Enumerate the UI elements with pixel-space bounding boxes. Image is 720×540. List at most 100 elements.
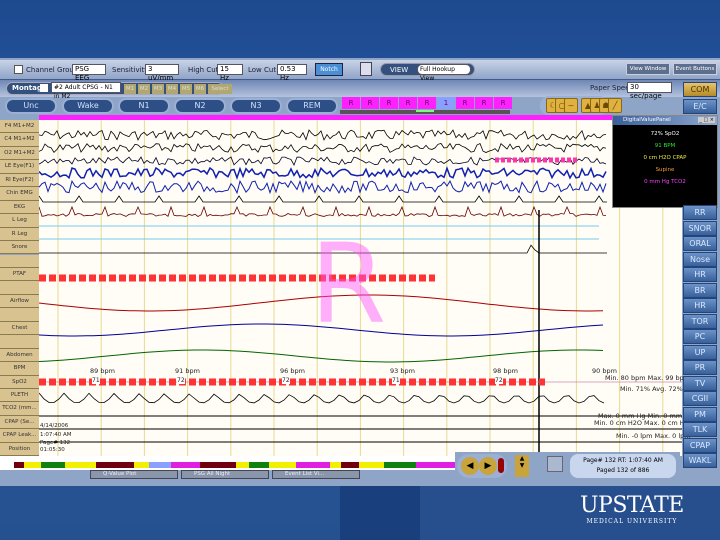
- event-buttons-button[interactable]: Event Buttons: [673, 63, 717, 75]
- event-button-pr[interactable]: PR: [683, 360, 717, 375]
- channel-label[interactable]: CPAP (Se...: [0, 415, 39, 430]
- channel-label[interactable]: F4 M1+M2: [0, 120, 39, 134]
- elapsed-text: 01:05:30: [40, 447, 65, 453]
- montage-slot[interactable]: M4: [166, 84, 178, 94]
- high-cut-select[interactable]: 15 Hz: [217, 64, 243, 82]
- channel-label[interactable]: C4 M1+M2: [0, 133, 39, 147]
- panel-window-controls[interactable]: _ □ ×: [698, 117, 715, 123]
- event-button-cpap[interactable]: CPAP: [683, 437, 717, 453]
- page-text: Page# 132: [40, 440, 71, 446]
- channel-label[interactable]: BPM: [0, 362, 39, 376]
- event-button-oral[interactable]: ORAL: [683, 236, 717, 251]
- montage-slot[interactable]: Select: [208, 84, 232, 94]
- event-button-wakl[interactable]: WAKL: [683, 453, 717, 468]
- channel-label[interactable]: RI Eye(F2): [0, 173, 39, 188]
- channel-label[interactable]: CPAP Leak...: [0, 429, 39, 443]
- hypnogram-segment: [134, 462, 149, 468]
- event-button-hr[interactable]: HR: [683, 267, 717, 282]
- channel-label[interactable]: O2 M1+M2: [0, 146, 39, 161]
- page-stepper[interactable]: ▲ ▼: [515, 455, 529, 477]
- stage-button-rem[interactable]: REM: [286, 98, 338, 114]
- montage-slot[interactable]: M3: [152, 84, 164, 94]
- event-button-ec[interactable]: E/C: [683, 99, 717, 114]
- leg-icon[interactable]: ╱: [608, 98, 622, 113]
- channel-label[interactable]: [0, 335, 39, 349]
- event-button-tv[interactable]: TV: [683, 375, 717, 391]
- stage-button-unc[interactable]: Unc: [5, 98, 57, 114]
- event-button-cgii[interactable]: CGII: [683, 391, 717, 406]
- channel-label[interactable]: Chin EMG: [0, 187, 39, 201]
- view-window-button[interactable]: View Window: [626, 63, 670, 75]
- channel-group-select[interactable]: PSG EEG: [72, 64, 106, 82]
- hypnogram-segment: [296, 462, 330, 468]
- channel-label[interactable]: SpO2: [0, 375, 39, 389]
- epoch-marker[interactable]: R: [456, 97, 474, 109]
- epoch-marker[interactable]: R: [418, 97, 436, 109]
- channel-label[interactable]: LE Eye(F1): [0, 160, 39, 174]
- epoch-marker[interactable]: R: [380, 97, 398, 109]
- event-button-tlk[interactable]: TLK: [683, 422, 717, 437]
- event-button-up[interactable]: UP: [683, 344, 717, 360]
- event-button-snor[interactable]: SNOR: [683, 220, 717, 236]
- event-button-pm[interactable]: PM: [683, 406, 717, 422]
- channel-label[interactable]: Abdomen: [0, 348, 39, 363]
- epoch-marker[interactable]: R: [342, 97, 360, 109]
- minimized-window[interactable]: Event List Vi...: [272, 470, 360, 479]
- montage-slot[interactable]: M5: [180, 84, 192, 94]
- epoch-marker[interactable]: R: [494, 97, 512, 109]
- channel-group-checkbox[interactable]: [14, 65, 23, 74]
- event-button-br[interactable]: BR: [683, 282, 717, 298]
- montage-slot[interactable]: M1: [124, 84, 136, 94]
- previous-page-button[interactable]: ◀: [461, 457, 479, 475]
- stage-button-n1[interactable]: N1: [118, 98, 170, 114]
- stop-button[interactable]: [498, 458, 504, 473]
- channel-label[interactable]: Airflow: [0, 294, 39, 309]
- event-button-hr[interactable]: HR: [683, 298, 717, 313]
- low-cut-select[interactable]: 0.53 Hz: [277, 64, 307, 82]
- event-button-nose[interactable]: Nose: [683, 251, 717, 267]
- digital-value-panel[interactable]: DigitalValuePanel _ □ × 72% SpO2 91 BPM 0 …: [612, 115, 718, 208]
- print-icon[interactable]: [547, 456, 563, 472]
- event-button-tor[interactable]: TOR: [683, 313, 717, 329]
- view-select[interactable]: Full Hookup View: [417, 64, 471, 82]
- channel-label[interactable]: Chest: [0, 321, 39, 336]
- next-page-button[interactable]: ▶: [479, 457, 497, 475]
- channel-label[interactable]: PTAF: [0, 267, 39, 282]
- filmstrip-icon[interactable]: [360, 62, 372, 76]
- epoch-marker[interactable]: R: [361, 97, 379, 109]
- sensitivity-select[interactable]: 3 uV/mm: [145, 64, 179, 82]
- event-button-com[interactable]: COM: [683, 82, 717, 97]
- channel-label[interactable]: [0, 254, 39, 268]
- hypnogram-segment: [24, 462, 41, 468]
- paper-speed-select[interactable]: 30 sec/page: [627, 82, 672, 100]
- event-button-rr[interactable]: RR: [683, 205, 717, 220]
- minimized-window[interactable]: Q-Value Plot: [90, 470, 178, 479]
- hypnogram-segment: [269, 462, 296, 468]
- montage-checkbox[interactable]: [40, 84, 48, 92]
- channel-label[interactable]: [0, 281, 39, 295]
- channel-label[interactable]: EKG: [0, 200, 39, 215]
- channel-label[interactable]: Snore: [0, 241, 39, 255]
- channel-label[interactable]: L Leg: [0, 214, 39, 228]
- epoch-marker[interactable]: R: [399, 97, 417, 109]
- upstate-logo: UPSTATE MEDICAL UNIVERSITY: [580, 494, 684, 526]
- stage-button-wake[interactable]: Wake: [62, 98, 114, 114]
- hypnogram[interactable]: [0, 456, 494, 470]
- channel-label[interactable]: Position: [0, 442, 39, 457]
- channel-label[interactable]: R Leg: [0, 227, 39, 242]
- montage-slot[interactable]: M6: [194, 84, 206, 94]
- montage-slot[interactable]: M2: [138, 84, 150, 94]
- channel-label[interactable]: [0, 308, 39, 322]
- notch-button[interactable]: Notch: [315, 63, 343, 76]
- epoch-marker[interactable]: R: [475, 97, 493, 109]
- sensitivity-label: Sensitivity: [112, 66, 149, 74]
- channel-label[interactable]: PLETH: [0, 389, 39, 403]
- stage-button-n3[interactable]: N3: [230, 98, 282, 114]
- event-button-pc[interactable]: PC: [683, 329, 717, 344]
- montage-select[interactable]: #2 Adult CPSG - N1 in M2: [51, 82, 121, 100]
- channel-label[interactable]: TCO2 (mm...: [0, 402, 39, 416]
- stage-button-n2[interactable]: N2: [174, 98, 226, 114]
- minimized-window[interactable]: PSG All Night: [181, 470, 269, 479]
- wave-icon[interactable]: ~: [564, 98, 578, 113]
- epoch-marker[interactable]: 1: [437, 97, 455, 109]
